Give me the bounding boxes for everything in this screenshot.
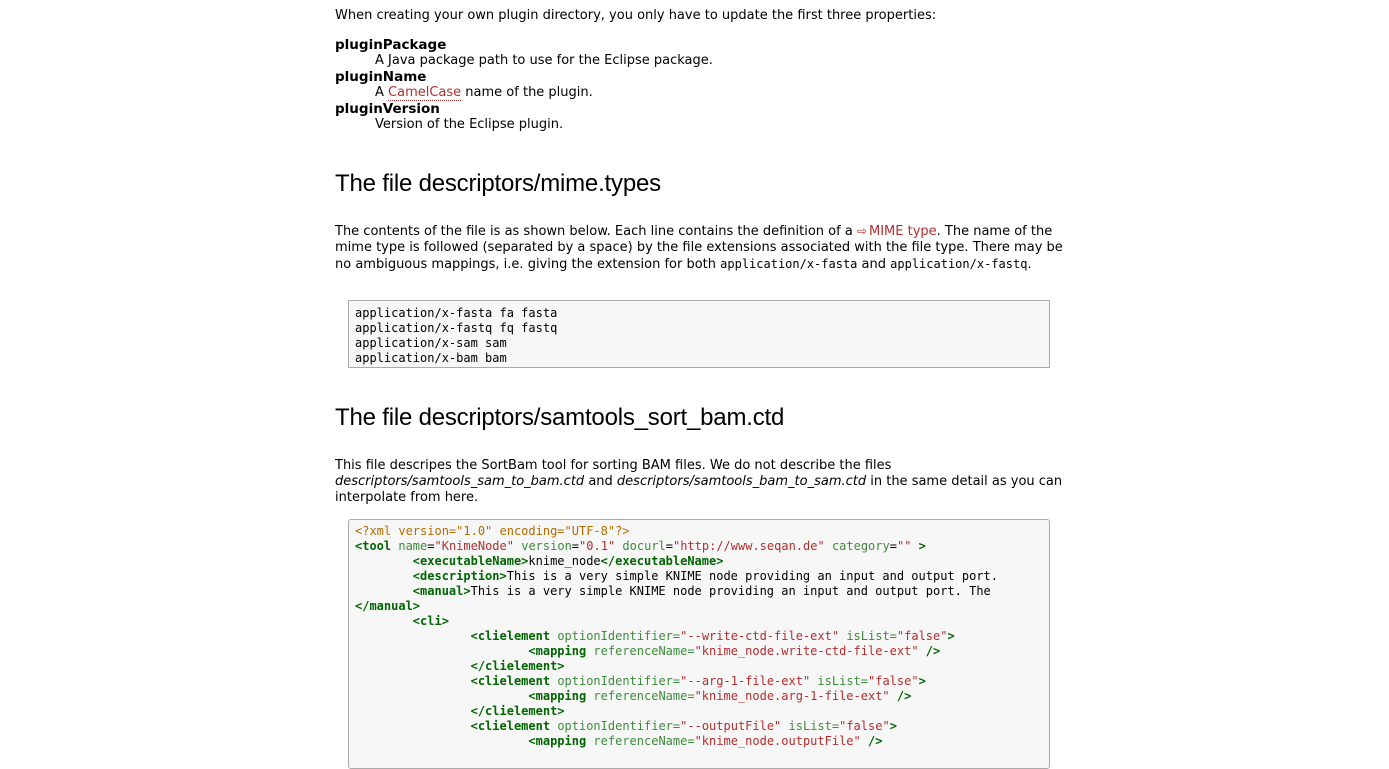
property-term: pluginPackage bbox=[335, 37, 447, 53]
property-desc: A Java package path to use for the Eclip… bbox=[375, 53, 713, 68]
code-line: application/x-sam sam bbox=[355, 336, 507, 350]
mime-type-link[interactable]: ⇨ MIME type bbox=[857, 224, 937, 239]
intro-text: When creating your own plugin directory,… bbox=[335, 8, 937, 23]
code-line: application/x-bam bam bbox=[355, 351, 507, 365]
property-desc: A CamelCase name of the plugin. bbox=[375, 85, 593, 101]
mime-types-code-block: application/x-fasta fa fasta application… bbox=[348, 300, 1050, 368]
ctd-xml-code-block[interactable]: <?xml version="1.0" encoding="UTF-8"?> <… bbox=[348, 519, 1050, 769]
section-heading-ctd: The file descriptors/samtools_sort_bam.c… bbox=[335, 404, 785, 431]
code-line: application/x-fastq fq fastq bbox=[355, 321, 558, 335]
inline-code: application/x-fastq bbox=[890, 257, 1028, 271]
mime-description: The contents of the file is as shown bel… bbox=[335, 224, 1063, 272]
property-desc: Version of the Eclipse plugin. bbox=[375, 117, 564, 132]
code-line: application/x-fasta fa fasta bbox=[355, 306, 558, 320]
property-term: pluginName bbox=[335, 69, 427, 85]
external-link-icon: ⇨ bbox=[856, 224, 867, 238]
property-term: pluginVersion bbox=[335, 101, 440, 117]
inline-code: application/x-fasta bbox=[720, 257, 858, 271]
ctd-description: This file descripes the SortBam tool for… bbox=[335, 458, 1063, 505]
property-list: pluginPackage A Java package path to use… bbox=[335, 37, 713, 133]
section-heading-mime: The file descriptors/mime.types bbox=[335, 170, 661, 197]
xml-declaration: <?xml version="1.0" encoding="UTF-8"?> bbox=[355, 524, 630, 538]
camelcase-link[interactable]: CamelCase bbox=[388, 85, 462, 101]
